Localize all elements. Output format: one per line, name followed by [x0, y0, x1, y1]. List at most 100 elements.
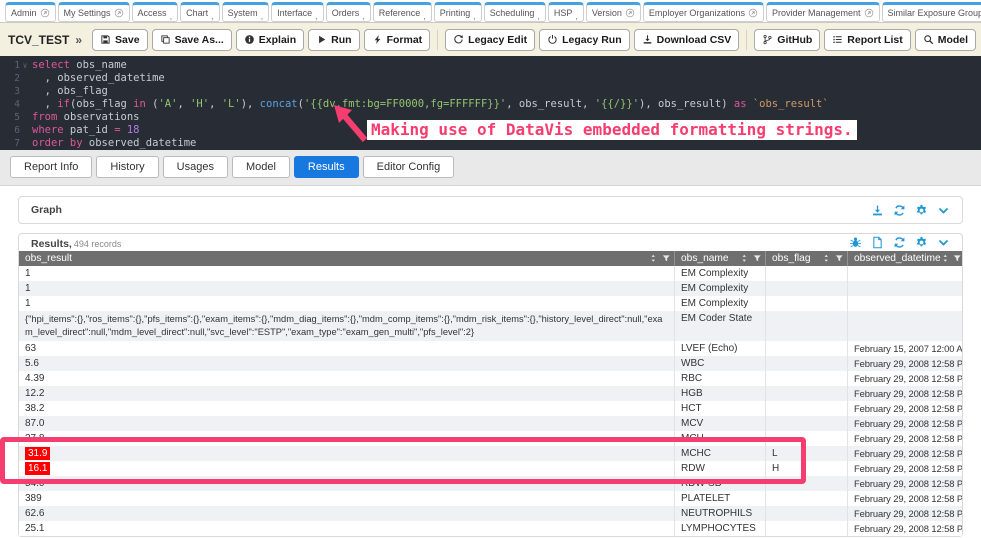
table-row[interactable]: 54.0RDW-SDFebruary 29, 2008 12:58 PM — [19, 476, 962, 491]
gear-icon[interactable] — [915, 204, 928, 217]
button-label: Model — [938, 34, 968, 46]
nav-tab-employer-organizations[interactable]: Employer Organizations — [643, 2, 764, 22]
tab-usages[interactable]: Usages — [163, 156, 228, 178]
nav-tab-system[interactable]: System, — [222, 2, 270, 22]
cell-obs_name: NEUTROPHILS — [674, 506, 765, 521]
toolbar-group-divider — [437, 30, 438, 50]
chevron-down-icon[interactable] — [937, 236, 950, 249]
cell-observed_datetime: February 29, 2008 12:58 PM — [847, 431, 962, 446]
table-row[interactable]: 63LVEF (Echo)February 15, 2007 12:00 AM — [19, 341, 962, 356]
sort-icon[interactable] — [941, 254, 950, 263]
nav-tab-my-settings[interactable]: My Settings — [58, 2, 130, 22]
download-icon — [642, 34, 653, 45]
cell-obs_result: 62.6 — [19, 506, 674, 521]
graph-panel: Graph — [18, 196, 963, 224]
table-row[interactable]: 1EM Complexity — [19, 281, 962, 296]
refresh-icon[interactable] — [893, 236, 906, 249]
table-row[interactable]: 27.8MCHFebruary 29, 2008 12:58 PM — [19, 431, 962, 446]
table-row[interactable]: 12.2HGBFebruary 29, 2008 12:58 PM — [19, 386, 962, 401]
refresh-icon[interactable] — [893, 204, 906, 217]
table-row[interactable]: 389PLATELETFebruary 29, 2008 12:58 PM — [19, 491, 962, 506]
sort-icon[interactable] — [649, 254, 658, 263]
column-header-controls — [822, 254, 843, 263]
sort-icon[interactable] — [822, 254, 831, 263]
table-row[interactable]: 4.39RBCFebruary 29, 2008 12:58 PM — [19, 371, 962, 386]
graph-panel-title: Graph — [31, 204, 62, 216]
funnel-icon[interactable] — [835, 254, 844, 263]
save-as-button[interactable]: Save As... — [152, 29, 232, 51]
funnel-icon[interactable] — [662, 254, 671, 263]
nav-tab-menu-mark: , — [362, 11, 365, 21]
button-label: Format — [387, 34, 423, 46]
nav-tab-chart[interactable]: Chart, — [180, 2, 220, 22]
sort-icon[interactable] — [740, 254, 749, 263]
gear-icon[interactable] — [915, 236, 928, 249]
external-link-icon — [748, 8, 758, 18]
file-icon[interactable] — [871, 236, 884, 249]
nav-tab-menu-mark: , — [261, 11, 264, 21]
nav-tab-version[interactable]: Version — [586, 2, 641, 22]
cell-obs_flag — [765, 341, 847, 356]
line-number: 1 — [0, 59, 20, 72]
report-menu-chevron[interactable]: » — [75, 33, 82, 47]
content: Graph Results,494 records obs_resultobs_… — [0, 186, 981, 537]
table-row[interactable]: 38.2HCTFebruary 29, 2008 12:58 PM — [19, 401, 962, 416]
table-row[interactable]: 16.1RDWHFebruary 29, 2008 12:58 PM — [19, 461, 962, 476]
nav-tab-printing[interactable]: Printing, — [434, 2, 482, 22]
nav-tab-hsp[interactable]: HSP, — [548, 2, 584, 22]
nav-tab-provider-management[interactable]: Provider Management — [766, 2, 880, 22]
button-label: Run — [331, 34, 351, 46]
tab-results[interactable]: Results — [294, 156, 359, 178]
cell-obs_result: 1 — [19, 296, 674, 311]
nav-tab-scheduling[interactable]: Scheduling, — [484, 2, 546, 22]
nav-tab-label: My Settings — [64, 8, 111, 18]
nav-tab-similar-exposure-groups-segs[interactable]: Similar Exposure Groups (SEGs) — [882, 2, 981, 22]
cell-obs_flag — [765, 386, 847, 401]
button-label: Legacy Run — [562, 34, 622, 46]
legacy-run-button[interactable]: Legacy Run — [539, 29, 630, 51]
chevron-down-icon[interactable] — [937, 204, 950, 217]
nav-tab-orders[interactable]: Orders, — [326, 2, 371, 22]
format-button[interactable]: Format — [364, 29, 431, 51]
nav-tab-admin[interactable]: Admin — [5, 2, 56, 22]
view-tabs: Report InfoHistoryUsagesModelResultsEdit… — [0, 150, 981, 186]
table-row[interactable]: 31.9MCHCLFebruary 29, 2008 12:58 PM — [19, 446, 962, 461]
run-button[interactable]: Run — [308, 29, 359, 51]
legacy-edit-button[interactable]: Legacy Edit — [445, 29, 535, 51]
cell-obs_name: MCH — [674, 431, 765, 446]
cell-obs_flag — [765, 281, 847, 296]
cell-obs_name: HCT — [674, 401, 765, 416]
tab-report-info[interactable]: Report Info — [10, 156, 92, 178]
report-list-button[interactable]: Report List — [824, 29, 910, 51]
table-row[interactable]: 1EM Complexity — [19, 266, 962, 281]
funnel-icon[interactable] — [753, 254, 762, 263]
download-icon[interactable] — [871, 204, 884, 217]
table-row[interactable]: 87.0MCVFebruary 29, 2008 12:58 PM — [19, 416, 962, 431]
save-icon — [100, 34, 111, 45]
model-button[interactable]: Model — [915, 29, 976, 51]
table-row[interactable]: 1EM Complexity — [19, 296, 962, 311]
bug-icon[interactable] — [849, 236, 862, 249]
nav-tab-label: System — [228, 8, 258, 18]
table-row[interactable]: 25.1LYMPHOCYTESFebruary 29, 2008 12:58 P… — [19, 521, 962, 536]
funnel-icon[interactable] — [953, 254, 962, 263]
nav-tab-reference[interactable]: Reference, — [373, 2, 432, 22]
nav-tab-interface[interactable]: Interface, — [271, 2, 324, 22]
table-row[interactable]: {"hpi_items":{},"ros_items":{},"pfs_item… — [19, 311, 962, 341]
tab-model[interactable]: Model — [232, 156, 290, 178]
table-row[interactable]: 62.6NEUTROPHILSFebruary 29, 2008 12:58 P… — [19, 506, 962, 521]
column-header-label: observed_datetime — [854, 251, 941, 266]
cell-obs_result: {"hpi_items":{},"ros_items":{},"pfs_item… — [19, 311, 674, 341]
cell-observed_datetime — [847, 296, 962, 311]
save-button[interactable]: Save — [92, 29, 148, 51]
tab-history[interactable]: History — [96, 156, 158, 178]
explain-button[interactable]: Explain — [236, 29, 304, 51]
line-number: 3 — [0, 85, 20, 98]
tab-editor-config[interactable]: Editor Config — [363, 156, 455, 178]
nav-tab-label: Provider Management — [772, 8, 861, 18]
github-button[interactable]: GitHub — [754, 29, 820, 51]
download-csv-button[interactable]: Download CSV — [634, 29, 740, 51]
table-row[interactable]: 5.6WBCFebruary 29, 2008 12:58 PM — [19, 356, 962, 371]
code-text: select obs_name — [30, 59, 127, 72]
nav-tab-access[interactable]: Access, — [132, 2, 179, 22]
